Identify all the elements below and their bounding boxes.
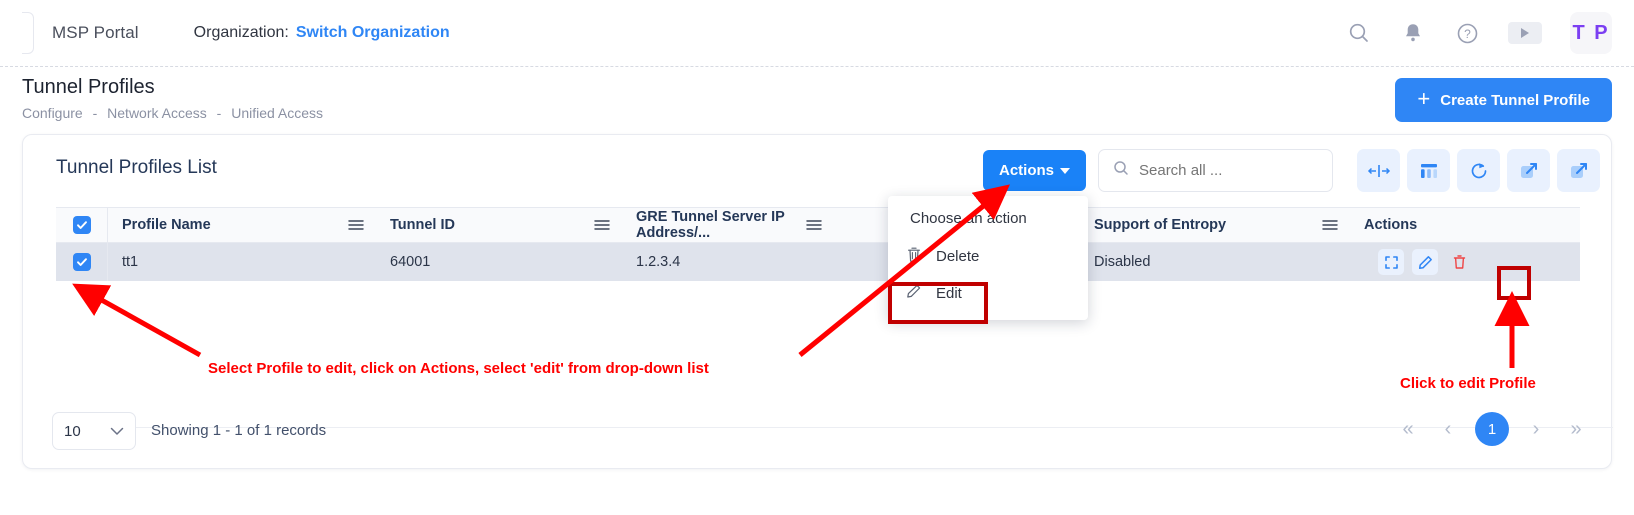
column-header-label: GRE Tunnel Server IP Address/... [636,209,785,241]
sidebar-toggle-notch[interactable] [22,12,34,54]
delete-icon[interactable] [1446,249,1472,275]
row-checkbox-cell[interactable] [56,243,108,281]
column-header-actions: Actions [1350,217,1570,233]
breadcrumb-separator: - [216,105,222,121]
pagination-next[interactable]: › [1523,416,1549,442]
search-icon[interactable] [1346,20,1372,46]
chevron-down-icon [1060,167,1070,174]
chevron-down-icon [110,423,124,440]
column-header-gre-tunnel-server-ip[interactable]: GRE Tunnel Server IP Address/... [622,209,834,241]
play-icon[interactable] [1508,22,1542,44]
table-row[interactable]: tt1 64001 1.2.3.4 Disabled [56,243,1580,281]
edit-icon[interactable] [1412,249,1438,275]
annotation-text-click-edit: Click to edit Profile [1400,375,1536,392]
columns-icon[interactable] [1407,149,1450,192]
brand-label: MSP Portal [52,23,139,42]
card-title: Tunnel Profiles List [56,157,217,178]
top-navigation-bar: MSP Portal Organization: Switch Organiza… [0,0,1634,66]
breadcrumb-separator: - [92,105,98,121]
plus-icon: + [1417,86,1431,111]
create-tunnel-profile-button[interactable]: + Create Tunnel Profile [1395,78,1612,122]
svg-text:?: ? [1464,27,1471,41]
dropdown-title: Choose an action [910,210,1027,227]
column-header-profile-name[interactable]: Profile Name [108,217,376,233]
page-size-value: 10 [64,422,81,440]
row-checkbox[interactable] [72,253,91,271]
avatar[interactable]: T P [1570,12,1612,54]
trash-icon [906,246,922,267]
search-input[interactable] [1139,162,1319,179]
pagination: « ‹ 1 › » [1395,412,1589,446]
column-menu-icon[interactable] [348,219,364,231]
dropdown-item-edit[interactable]: Edit [906,283,962,304]
column-header-label: Profile Name [122,217,211,233]
tunnel-profiles-card: Tunnel Profiles List Actions Search all … [22,134,1613,469]
dropdown-item-label: Delete [936,248,980,265]
records-summary: Showing 1 - 1 of 1 records [151,422,327,439]
pagination-last[interactable]: » [1563,416,1589,442]
actions-dropdown-menu: Choose an action Delete Edit [888,196,1088,320]
cell-tunnel-id: 64001 [390,254,431,270]
tunnel-profiles-table: Profile Name Tunnel ID GRE Tunnel Server… [56,207,1613,428]
column-header-label: Actions [1364,217,1418,233]
pencil-icon [906,283,922,304]
breadcrumb: Configure - Network Access - Unified Acc… [22,105,323,121]
actions-button[interactable]: Actions [983,150,1086,191]
search-icon [1113,160,1129,181]
select-all-checkbox[interactable] [72,216,91,234]
dropdown-item-delete[interactable]: Delete [906,246,979,267]
column-menu-icon[interactable] [594,219,610,231]
create-tunnel-profile-label: Create Tunnel Profile [1440,91,1590,109]
topbar-right-group: ? T P [1346,12,1634,54]
expand-icon[interactable] [1378,249,1404,275]
pagination-page-1[interactable]: 1 [1475,412,1509,446]
expand-icon[interactable] [1507,149,1550,192]
fit-columns-icon[interactable] [1357,149,1400,192]
search-input-wrapper[interactable] [1098,149,1333,192]
actions-button-label: Actions [998,162,1054,179]
column-header-label: Tunnel ID [390,217,455,233]
pagination-first[interactable]: « [1395,416,1421,442]
cell-support-of-entropy: Disabled [1094,254,1151,270]
column-header-tunnel-id[interactable]: Tunnel ID [376,217,622,233]
breadcrumb-item-network-access[interactable]: Network Access [107,105,207,121]
select-all-checkbox-cell[interactable] [56,207,108,243]
page-size-select[interactable]: 10 [52,412,136,450]
column-header-support-of-entropy[interactable]: Support of Entropy [1080,217,1350,233]
card-toolbar: Tunnel Profiles List Actions [23,135,1611,201]
pagination-prev[interactable]: ‹ [1435,416,1461,442]
switch-organization-link[interactable]: Switch Organization [296,24,450,42]
column-header-label: Support of Entropy [1094,217,1227,233]
refresh-icon[interactable] [1457,149,1500,192]
annotation-text-select-profile: Select Profile to edit, click on Actions… [208,360,709,377]
page-title: Tunnel Profiles [22,76,155,98]
topbar-left-group: MSP Portal Organization: Switch Organiza… [0,12,450,54]
row-action-icons [1364,249,1472,275]
bell-icon[interactable] [1400,20,1426,46]
column-menu-icon[interactable] [806,219,822,231]
cell-actions [1350,249,1570,275]
app-root: MSP Portal Organization: Switch Organiza… [0,0,1634,515]
organization-label: Organization: [193,24,289,41]
page-header: Tunnel Profiles Configure - Network Acce… [0,66,1634,124]
table-header-row: Profile Name Tunnel ID GRE Tunnel Server… [56,207,1580,243]
export-icon[interactable] [1557,149,1600,192]
column-menu-icon[interactable] [1322,219,1338,231]
cell-profile-name: tt1 [122,254,139,270]
dropdown-item-label: Edit [936,285,962,302]
table-footer: 10 Showing 1 - 1 of 1 records « ‹ 1 › » [23,398,1611,468]
help-icon[interactable]: ? [1454,20,1480,46]
breadcrumb-item-unified-access[interactable]: Unified Access [231,105,323,121]
breadcrumb-item-configure[interactable]: Configure [22,105,83,121]
cell-gre-ip: 1.2.3.4 [636,254,681,270]
